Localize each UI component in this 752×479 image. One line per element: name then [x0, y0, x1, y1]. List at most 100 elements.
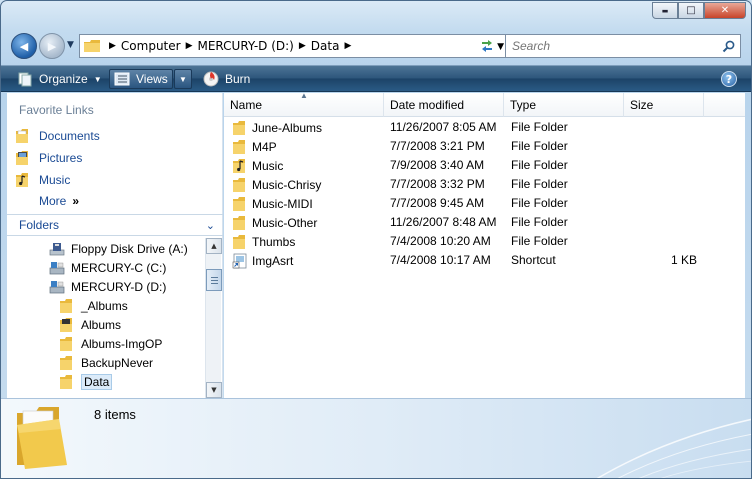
column-header-name[interactable]: Name ▲: [224, 91, 384, 117]
tree-item-mercury-c[interactable]: MERCURY-C (C:): [49, 260, 166, 276]
address-bar[interactable]: ▶ Computer ▶ MERCURY-D (D:) ▶ Data ▶ ▼: [79, 34, 509, 58]
file-row[interactable]: Thumbs 7/4/2008 10:20 AM File Folder: [224, 233, 745, 252]
file-date: 7/7/2008 3:21 PM: [390, 139, 485, 153]
help-icon[interactable]: ?: [721, 71, 737, 87]
sort-ascending-icon: ▲: [300, 91, 308, 100]
tree-item-floppy[interactable]: Floppy Disk Drive (A:): [49, 241, 188, 257]
floppy-drive-icon: [49, 243, 65, 256]
folder-icon: [233, 178, 245, 192]
file-name-cell: Music-Chrisy: [232, 177, 321, 193]
history-dropdown-icon[interactable]: ▼: [67, 40, 74, 50]
file-name: June-Albums: [252, 121, 323, 135]
column-header-date[interactable]: Date modified: [384, 93, 504, 117]
maximize-button[interactable]: □: [678, 2, 704, 19]
file-row[interactable]: M4P 7/7/2008 3:21 PM File Folder: [224, 138, 745, 157]
chevron-down-icon: ⌄: [205, 220, 215, 232]
tree-scrollbar[interactable]: ▲ ▼: [205, 238, 222, 398]
search-icon[interactable]: [719, 37, 737, 55]
views-button[interactable]: Views: [109, 69, 173, 89]
favorite-link-pictures[interactable]: Pictures: [15, 150, 82, 166]
dropdown-arrow-icon: ▼: [93, 74, 102, 84]
file-row[interactable]: Music-MIDI 7/7/2008 9:45 AM File Folder: [224, 195, 745, 214]
organize-label: Organize: [39, 72, 88, 86]
folders-heading: Folders: [19, 218, 60, 232]
file-name-cell: ImgAsrt: [232, 253, 293, 269]
file-size: 1 KB: [670, 253, 697, 267]
breadcrumb-separator-icon[interactable]: ▶: [344, 41, 351, 51]
forward-arrow-icon: ▶: [47, 39, 57, 53]
close-button[interactable]: ✕: [704, 2, 746, 19]
tree-item-data[interactable]: Data: [59, 374, 113, 390]
more-label: More: [39, 194, 67, 208]
shortcut-icon: [232, 253, 247, 269]
folder-icon: [84, 40, 100, 52]
scroll-down-icon: ▼: [211, 386, 217, 394]
file-type: File Folder: [511, 158, 568, 172]
file-date: 7/7/2008 9:45 AM: [390, 196, 485, 210]
tree-item-albums[interactable]: Albums: [59, 317, 121, 333]
breadcrumb-data[interactable]: Data: [311, 39, 340, 53]
breadcrumb-separator-icon[interactable]: ▶: [299, 41, 306, 51]
tree-item-mercury-d[interactable]: MERCURY-D (D:): [49, 279, 166, 295]
burn-button[interactable]: Burn: [199, 69, 254, 89]
scroll-thumb[interactable]: [206, 269, 222, 291]
file-row[interactable]: Music-Other 11/26/2007 8:48 AM File Fold…: [224, 214, 745, 233]
views-label: Views: [136, 72, 168, 86]
file-type: File Folder: [511, 177, 568, 191]
file-row[interactable]: ImgAsrt 7/4/2008 10:17 AM Shortcut 1 KB: [224, 252, 745, 271]
tree-item-albums-underscore[interactable]: _Albums: [59, 298, 128, 314]
file-name-cell: Music-Other: [232, 215, 317, 231]
favorite-links-heading: Favorite Links: [19, 103, 94, 117]
more-links-button[interactable]: More »: [39, 194, 79, 208]
column-header-type[interactable]: Type: [504, 93, 624, 117]
breadcrumb-separator-icon[interactable]: ▶: [186, 41, 193, 51]
folder-icon: [233, 235, 245, 249]
hard-drive-icon: [49, 262, 65, 275]
file-name: Music-Chrisy: [252, 178, 322, 192]
tree-item-label: Albums: [81, 318, 122, 332]
favorite-link-music[interactable]: Music: [15, 172, 70, 188]
navigation-pane: Favorite Links Documents Pictures Music …: [7, 93, 223, 398]
tree-item-label: MERCURY-D (D:): [71, 280, 167, 294]
search-input[interactable]: [506, 39, 719, 53]
file-date: 11/26/2007 8:48 AM: [390, 215, 497, 229]
tree-item-label: MERCURY-C (C:): [71, 261, 167, 275]
search-box[interactable]: [505, 34, 741, 58]
navigation-bar: ◀ ▶ ▼ ▶ Computer ▶ MERCURY-D (D:) ▶ Data…: [9, 31, 743, 59]
more-chevrons-icon: »: [72, 194, 80, 208]
column-header-label: Name: [230, 97, 263, 112]
folders-header[interactable]: Folders ⌄: [7, 214, 223, 236]
scroll-up-button[interactable]: ▲: [206, 238, 222, 254]
breadcrumb-separator-icon[interactable]: ▶: [109, 41, 116, 51]
views-dropdown-button[interactable]: ▼: [174, 69, 192, 89]
tree-item-backupnever[interactable]: BackupNever: [59, 355, 153, 371]
folder-icon: [60, 375, 72, 389]
minimize-icon: ▬: [661, 6, 669, 15]
tree-item-albums-imgop[interactable]: Albums-ImgOP: [59, 336, 162, 352]
file-name: Music-MIDI: [252, 197, 313, 211]
column-header-filler: [704, 93, 745, 117]
organize-icon: [18, 72, 32, 87]
file-row[interactable]: June-Albums 11/26/2007 8:05 AM File Fold…: [224, 119, 745, 138]
file-name: M4P: [252, 140, 277, 154]
grip-icon: [210, 276, 218, 284]
scroll-down-button[interactable]: ▼: [206, 382, 222, 398]
favorite-link-label: Music: [39, 173, 71, 187]
maximize-icon: □: [686, 5, 696, 16]
refresh-button[interactable]: [475, 34, 499, 58]
file-list: Name ▲ Date modified Type Size June-Albu…: [224, 91, 745, 398]
column-header-label: Date modified: [390, 97, 465, 112]
favorite-link-documents[interactable]: Documents: [15, 128, 100, 144]
favorite-link-label: Documents: [39, 129, 100, 143]
hard-drive-icon: [49, 281, 65, 294]
back-button[interactable]: ◀: [11, 33, 37, 59]
organize-button[interactable]: Organize ▼: [13, 69, 106, 89]
file-row[interactable]: Music-Chrisy 7/7/2008 3:32 PM File Folde…: [224, 176, 745, 195]
minimize-button[interactable]: ▬: [652, 2, 678, 19]
file-row[interactable]: Music 7/9/2008 3:40 AM File Folder: [224, 157, 745, 176]
forward-button[interactable]: ▶: [39, 33, 65, 59]
file-type: File Folder: [511, 196, 568, 210]
breadcrumb-drive[interactable]: MERCURY-D (D:): [198, 39, 294, 53]
breadcrumb-computer[interactable]: Computer: [121, 39, 181, 53]
column-header-size[interactable]: Size: [624, 93, 704, 117]
